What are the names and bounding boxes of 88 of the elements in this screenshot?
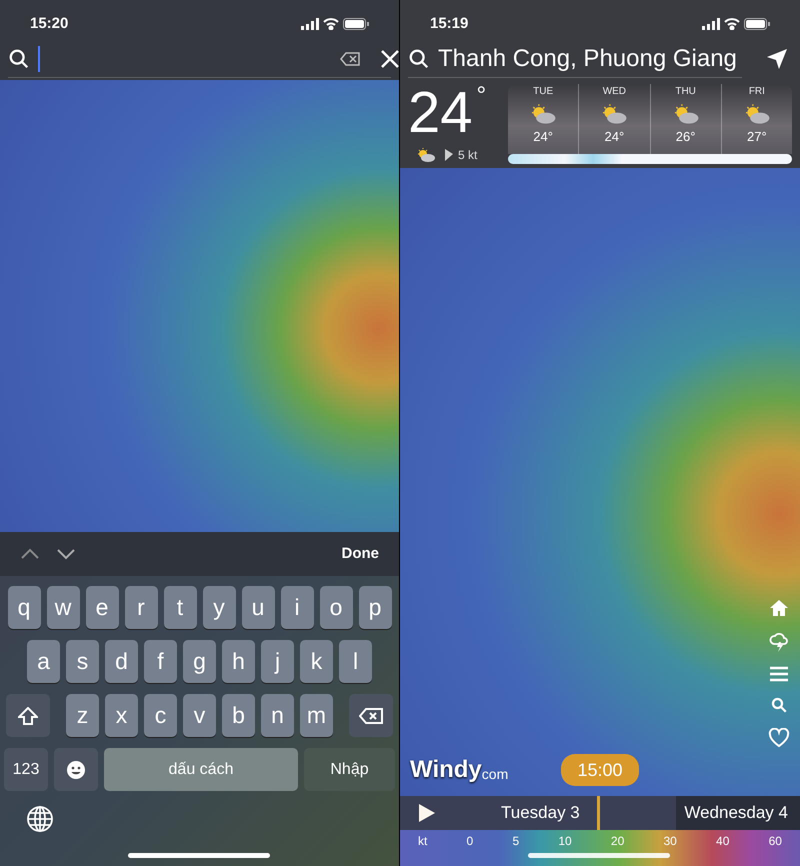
key[interactable]: i (280, 586, 314, 629)
close-icon[interactable] (380, 48, 400, 68)
partly-cloudy-icon (416, 147, 436, 163)
key[interactable]: k (300, 640, 333, 683)
key[interactable]: v (183, 694, 216, 737)
numbers-key[interactable]: 123 (4, 748, 48, 791)
backspace-key[interactable] (349, 694, 393, 737)
chevron-up-icon[interactable] (20, 548, 40, 560)
logo-suffix: com (482, 765, 508, 784)
key[interactable]: o (320, 586, 352, 629)
key[interactable]: f (144, 640, 177, 683)
forecast-temperature: 27° (747, 128, 767, 146)
legend-value: 0 (466, 833, 474, 850)
legend-value: 5 (512, 833, 520, 850)
smiley-icon (66, 760, 86, 780)
temperature-text: 24 (408, 84, 473, 142)
key[interactable]: l (339, 640, 372, 683)
legend-value: 40 (716, 833, 730, 850)
key[interactable]: t (164, 586, 196, 629)
key[interactable]: m (300, 694, 333, 737)
forecast-temperature: 26° (676, 128, 696, 146)
play-icon[interactable] (418, 803, 436, 823)
legend-value: 60 (768, 833, 782, 850)
key[interactable]: q (8, 586, 40, 629)
globe-icon[interactable] (26, 805, 54, 833)
done-button[interactable]: Done (342, 542, 379, 566)
key[interactable]: b (222, 694, 255, 737)
legend-unit: kt (418, 833, 428, 850)
key[interactable]: d (105, 640, 138, 683)
key[interactable]: c (144, 694, 177, 737)
key[interactable]: e (86, 586, 118, 629)
wifi-icon (724, 18, 740, 30)
search-field[interactable]: Thanh Cong, Phuong Giang (408, 40, 742, 78)
emoji-key[interactable] (54, 748, 98, 791)
key[interactable]: g (183, 640, 216, 683)
forecast-day: THU (675, 84, 696, 99)
heart-icon[interactable] (768, 728, 790, 748)
legend-value: 20 (610, 833, 624, 850)
key[interactable]: p (358, 586, 392, 629)
day-label[interactable]: Wednesday 4 (676, 796, 800, 830)
time-bubble[interactable]: 15:00 (561, 754, 639, 786)
time-marker[interactable] (597, 796, 600, 830)
home-icon[interactable] (769, 598, 789, 618)
degree-sign: ° (476, 84, 486, 108)
wifi-icon (323, 18, 339, 30)
return-key[interactable]: Nhập (304, 748, 395, 791)
forecast-day: FRI (748, 84, 765, 99)
map-tile[interactable] (400, 168, 800, 796)
key[interactable]: n (261, 694, 294, 737)
key[interactable]: h (222, 640, 255, 683)
forecast-temperature: 24° (533, 128, 553, 146)
signal-icon (301, 18, 319, 30)
menu-icon[interactable] (769, 666, 789, 682)
legend-value: 10 (558, 833, 572, 850)
key[interactable]: w (46, 586, 80, 629)
key[interactable]: y (202, 586, 236, 629)
legend-value: 30 (663, 833, 677, 850)
storm-cloud-icon[interactable] (769, 632, 789, 652)
status-time: 15:20 (30, 14, 68, 34)
key[interactable]: j (261, 640, 294, 683)
clear-text-icon[interactable] (340, 52, 360, 66)
chevron-down-icon[interactable] (56, 548, 76, 560)
key[interactable]: r (124, 586, 158, 629)
key[interactable]: s (66, 640, 99, 683)
search-icon[interactable] (8, 48, 30, 70)
day-label[interactable]: Tuesday 3 (501, 800, 580, 826)
map-tile[interactable] (0, 80, 399, 532)
forecast-day: WED (602, 84, 626, 99)
status-time: 15:19 (430, 14, 468, 34)
shift-arrow-icon (18, 706, 38, 724)
signal-icon (702, 18, 720, 30)
backspace-icon (359, 708, 383, 724)
battery-icon (744, 18, 770, 30)
space-key[interactable]: dấu cách (104, 748, 298, 791)
search-icon (408, 48, 430, 70)
location-arrow-icon[interactable] (766, 48, 788, 70)
key[interactable]: u (242, 586, 274, 629)
forecast-temperature: 24° (604, 128, 624, 146)
key[interactable]: x (105, 694, 138, 737)
key[interactable]: a (27, 640, 60, 683)
shift-key[interactable] (6, 694, 50, 737)
forecast-day: TUE (533, 84, 554, 99)
wind-speed-text: 5 kt (458, 147, 478, 164)
location-text: Thanh Cong, Phuong Giang (438, 44, 737, 74)
wind-flag-icon (444, 149, 454, 161)
key[interactable]: z (66, 694, 99, 737)
battery-icon (343, 18, 369, 30)
logo-text: Windy (410, 755, 482, 785)
